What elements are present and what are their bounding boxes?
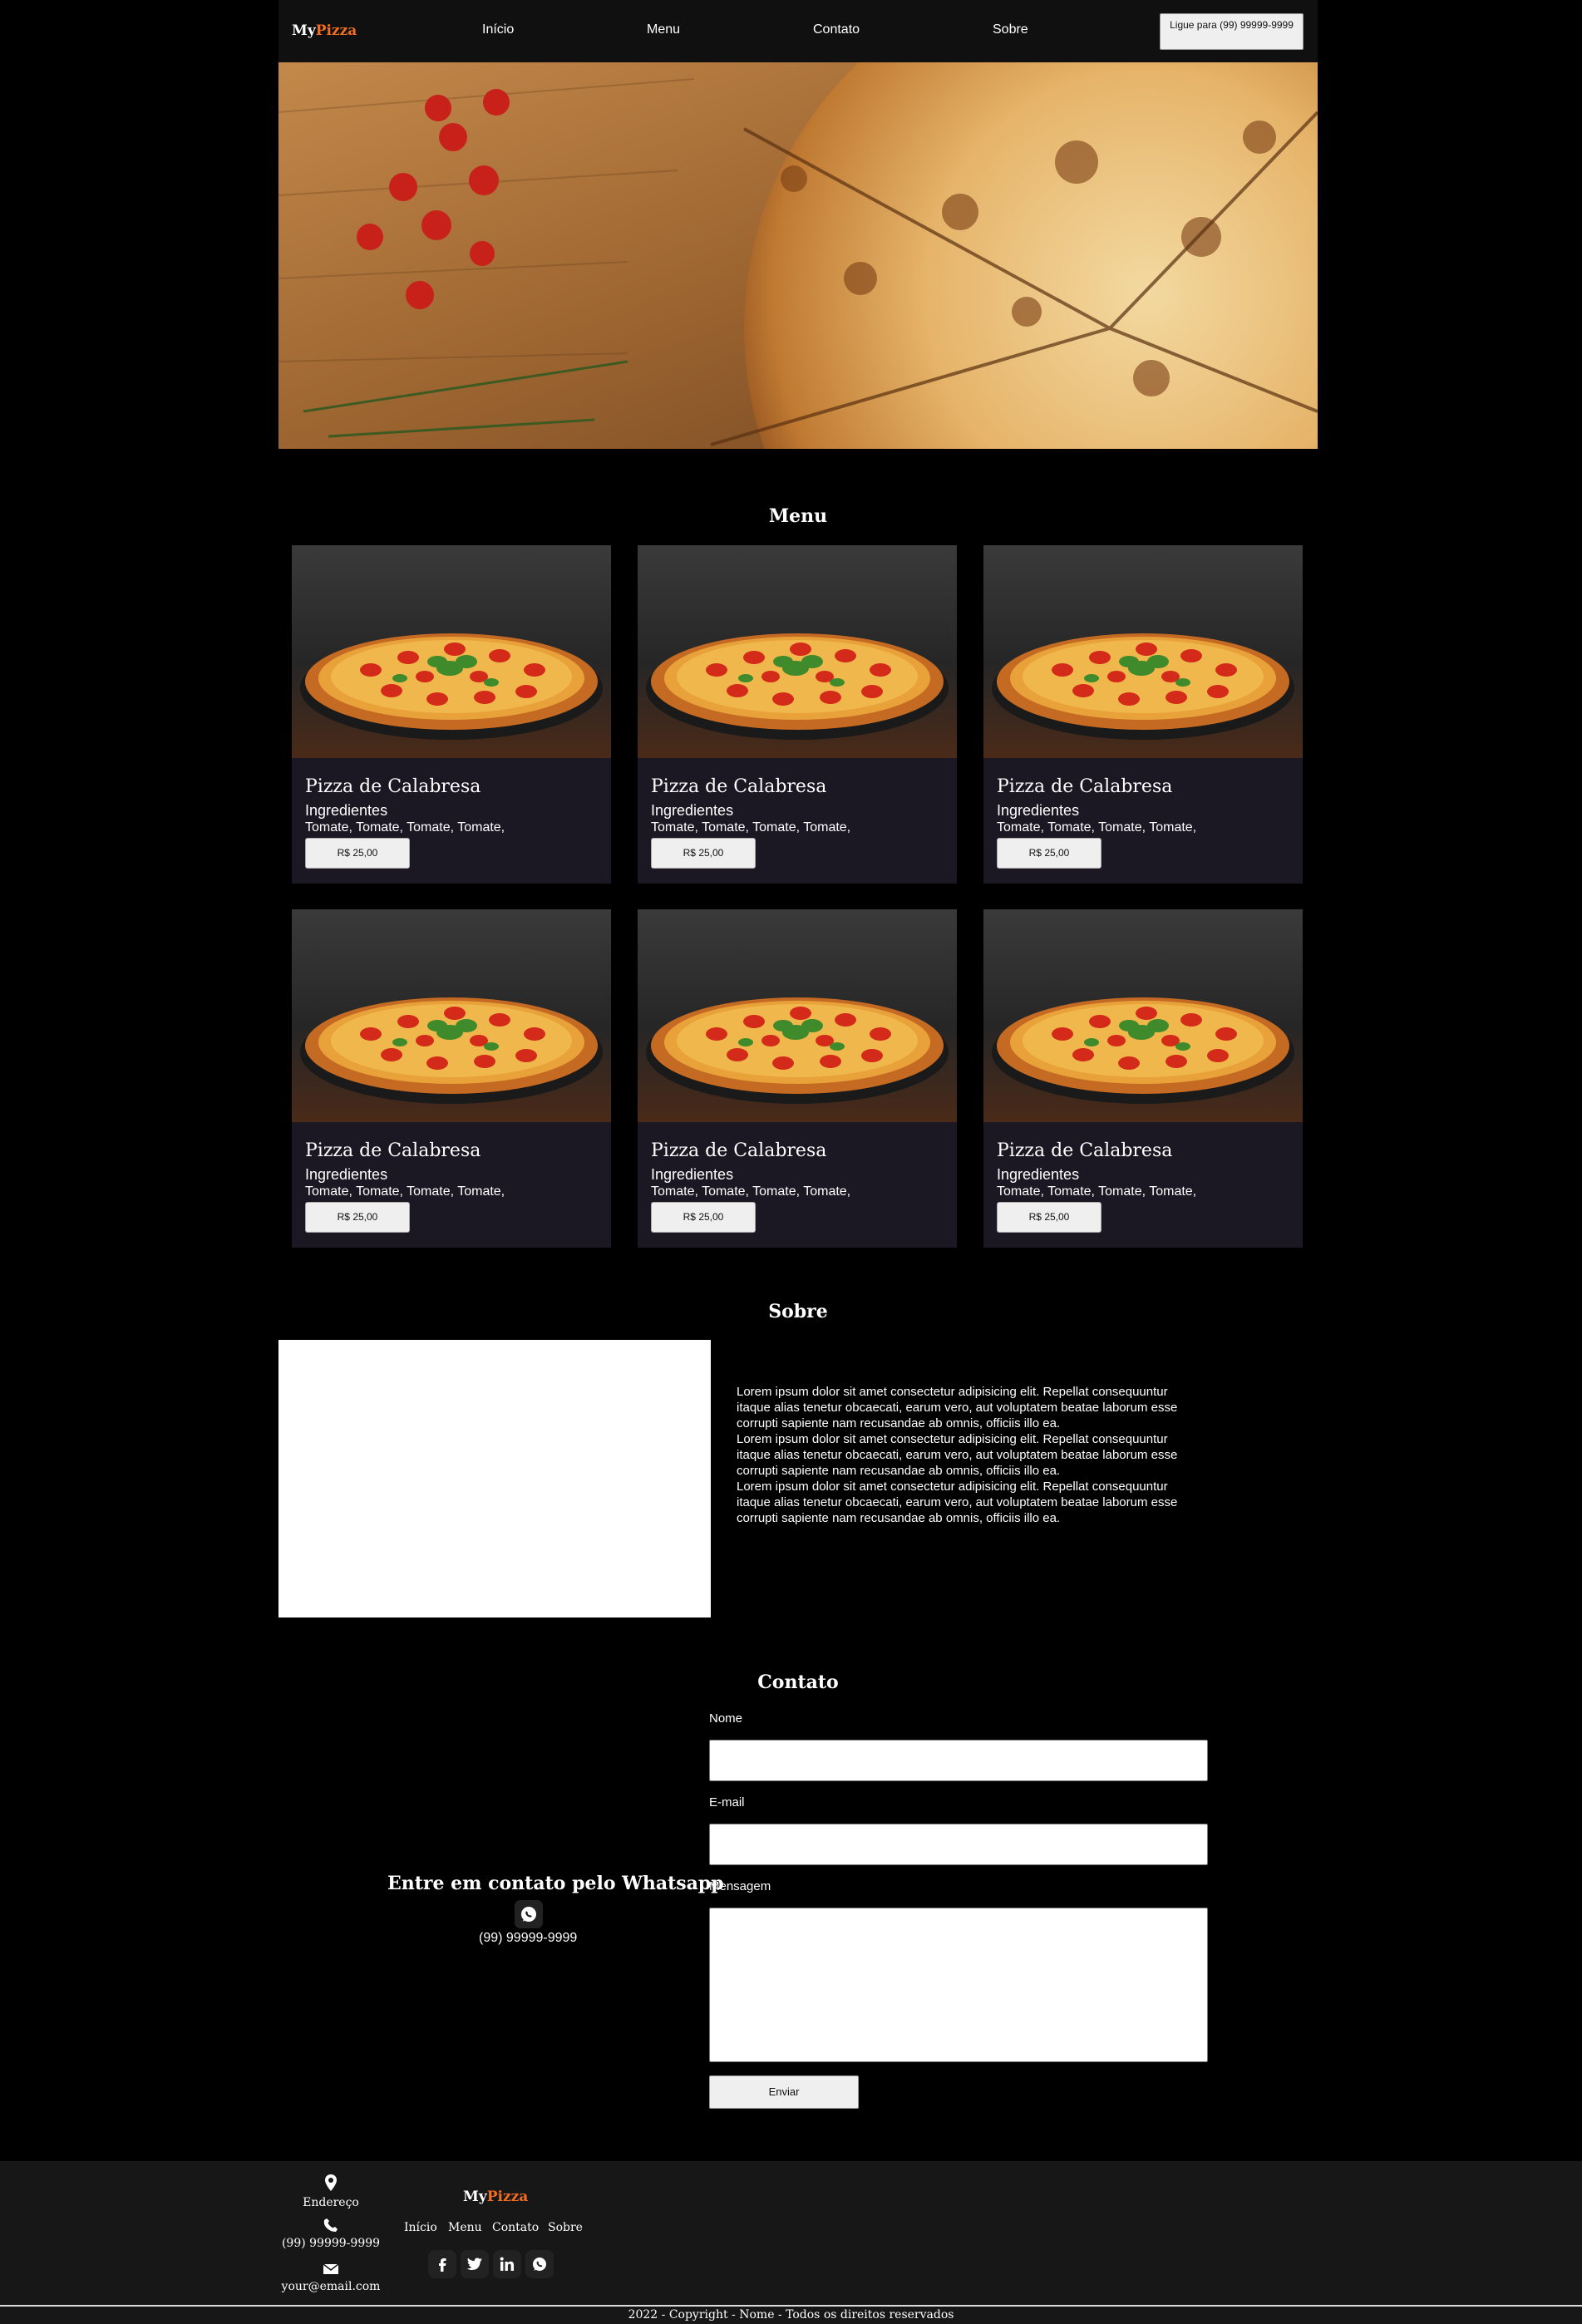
facebook-icon[interactable] (428, 2250, 456, 2278)
whatsapp-icon[interactable] (515, 1900, 543, 1928)
nav-menu[interactable]: Menu (647, 22, 680, 37)
menu-card: Pizza de Calabresa Ingredientes Tomate, … (638, 545, 957, 884)
about-paragraph-3: Lorem ipsum dolor sit amet consectetur a… (737, 1480, 1178, 1525)
ingredients-title: Ingredientes (305, 1166, 388, 1183)
nav-sobre[interactable]: Sobre (993, 22, 1028, 37)
linkedin-icon[interactable] (493, 2250, 521, 2278)
about-title: Sobre (768, 1301, 828, 1322)
footer-phone: (99) 99999-9999 (273, 2218, 389, 2250)
ingredients-list: Tomate, Tomate, Tomate, Tomate, (651, 820, 851, 835)
logo[interactable]: MyPizza (292, 22, 357, 39)
pizza-photo (638, 545, 957, 758)
footer-logo[interactable]: MyPizza (463, 2189, 528, 2205)
message-textarea[interactable] (709, 1908, 1208, 2062)
ingredients-title: Ingredientes (997, 802, 1080, 819)
envelope-icon (323, 2263, 339, 2274)
name-input[interactable] (709, 1740, 1208, 1781)
whatsapp-title: Entre em contato pelo Whatsapp (387, 1873, 724, 1894)
ingredients-list: Tomate, Tomate, Tomate, Tomate, (305, 820, 505, 835)
pizza-name: Pizza de Calabresa (997, 1140, 1173, 1161)
menu-title: Menu (768, 505, 828, 527)
footer-nav-menu[interactable]: Menu (448, 2221, 482, 2234)
ingredients-title: Ingredientes (651, 1166, 734, 1183)
footer-nav-sobre[interactable]: Sobre (548, 2221, 583, 2234)
pizza-photo (638, 909, 957, 1122)
footer-divider (0, 2305, 1582, 2307)
nav-inicio[interactable]: Início (482, 22, 514, 37)
ingredients-list: Tomate, Tomate, Tomate, Tomate, (305, 1184, 505, 1199)
menu-card: Pizza de Calabresa Ingredientes Tomate, … (292, 909, 611, 1248)
copyright: 2022 - Copyright - Nome - Todos os direi… (628, 2308, 954, 2322)
about-paragraph-2: Lorem ipsum dolor sit amet consectetur a… (737, 1432, 1178, 1478)
menu-card: Pizza de Calabresa Ingredientes Tomate, … (292, 545, 611, 884)
logo-pizza: Pizza (315, 22, 357, 39)
pizza-photo-icon (638, 909, 957, 1122)
footer-nav-contato[interactable]: Contato (492, 2221, 539, 2234)
ingredients-list: Tomate, Tomate, Tomate, Tomate, (651, 1184, 851, 1199)
footer-whatsapp-icon[interactable] (525, 2250, 554, 2278)
footer-nav-inicio[interactable]: Início (404, 2221, 437, 2234)
pizza-name: Pizza de Calabresa (305, 1140, 481, 1161)
location-pin-icon (325, 2174, 337, 2191)
phone-icon (323, 2218, 338, 2232)
hero-pizza-image (278, 62, 1318, 449)
footer-email-text: your@email.com (281, 2280, 381, 2293)
about-paragraph-1: Lorem ipsum dolor sit amet consectetur a… (737, 1385, 1178, 1430)
name-label: Nome (709, 1711, 743, 1726)
pizza-name: Pizza de Calabresa (651, 1140, 827, 1161)
footer-logo-my: My (463, 2189, 487, 2205)
about-text: Lorem ipsum dolor sit amet consectetur a… (737, 1384, 1192, 1526)
site-footer (0, 2161, 1582, 2324)
whatsapp-phone: (99) 99999-9999 (479, 1931, 578, 1945)
pizza-photo (983, 545, 1303, 758)
pizza-photo (292, 545, 611, 758)
logo-my: My (292, 22, 316, 39)
ingredients-list: Tomate, Tomate, Tomate, Tomate, (997, 1184, 1197, 1199)
menu-card: Pizza de Calabresa Ingredientes Tomate, … (983, 545, 1303, 884)
pizza-photo-icon (292, 545, 611, 758)
pizza-name: Pizza de Calabresa (997, 776, 1173, 797)
price-button[interactable]: R$ 25,00 (305, 1202, 410, 1233)
pizza-photo (983, 909, 1303, 1122)
ingredients-title: Ingredientes (305, 802, 388, 819)
send-button[interactable]: Enviar (709, 2075, 859, 2109)
about-image (278, 1340, 711, 1617)
pizza-name: Pizza de Calabresa (305, 776, 481, 797)
price-button[interactable]: R$ 25,00 (997, 1202, 1101, 1233)
footer-logo-pizza: Pizza (486, 2189, 529, 2205)
price-button[interactable]: R$ 25,00 (651, 838, 756, 869)
ingredients-title: Ingredientes (651, 802, 734, 819)
message-label: Mensagem (709, 1879, 771, 1893)
nav-contato[interactable]: Contato (813, 22, 860, 37)
address-label: Endereço (303, 2196, 359, 2209)
ingredients-list: Tomate, Tomate, Tomate, Tomate, (997, 820, 1197, 835)
footer-address: Endereço (281, 2174, 381, 2209)
menu-card: Pizza de Calabresa Ingredientes Tomate, … (638, 909, 957, 1248)
footer-email: your@email.com (273, 2262, 389, 2293)
price-button[interactable]: R$ 25,00 (997, 838, 1101, 869)
price-button[interactable]: R$ 25,00 (651, 1202, 756, 1233)
email-label: E-mail (709, 1795, 745, 1809)
price-button[interactable]: R$ 25,00 (305, 838, 410, 869)
call-button[interactable]: Ligue para (99) 99999-9999 (1160, 13, 1304, 50)
contact-title: Contato (757, 1672, 839, 1693)
pizza-name: Pizza de Calabresa (651, 776, 827, 797)
hero-banner (278, 62, 1318, 449)
pizza-photo-icon (983, 909, 1303, 1122)
email-input[interactable] (709, 1824, 1208, 1865)
pizza-photo-icon (983, 545, 1303, 758)
twitter-icon[interactable] (461, 2250, 489, 2278)
pizza-photo (292, 909, 611, 1122)
site-header: MyPizza Início Menu Contato Sobre Ligue … (278, 0, 1318, 62)
footer-phone-text: (99) 99999-9999 (281, 2237, 381, 2250)
menu-card: Pizza de Calabresa Ingredientes Tomate, … (983, 909, 1303, 1248)
pizza-photo-icon (292, 909, 611, 1122)
pizza-photo-icon (638, 545, 957, 758)
ingredients-title: Ingredientes (997, 1166, 1080, 1183)
